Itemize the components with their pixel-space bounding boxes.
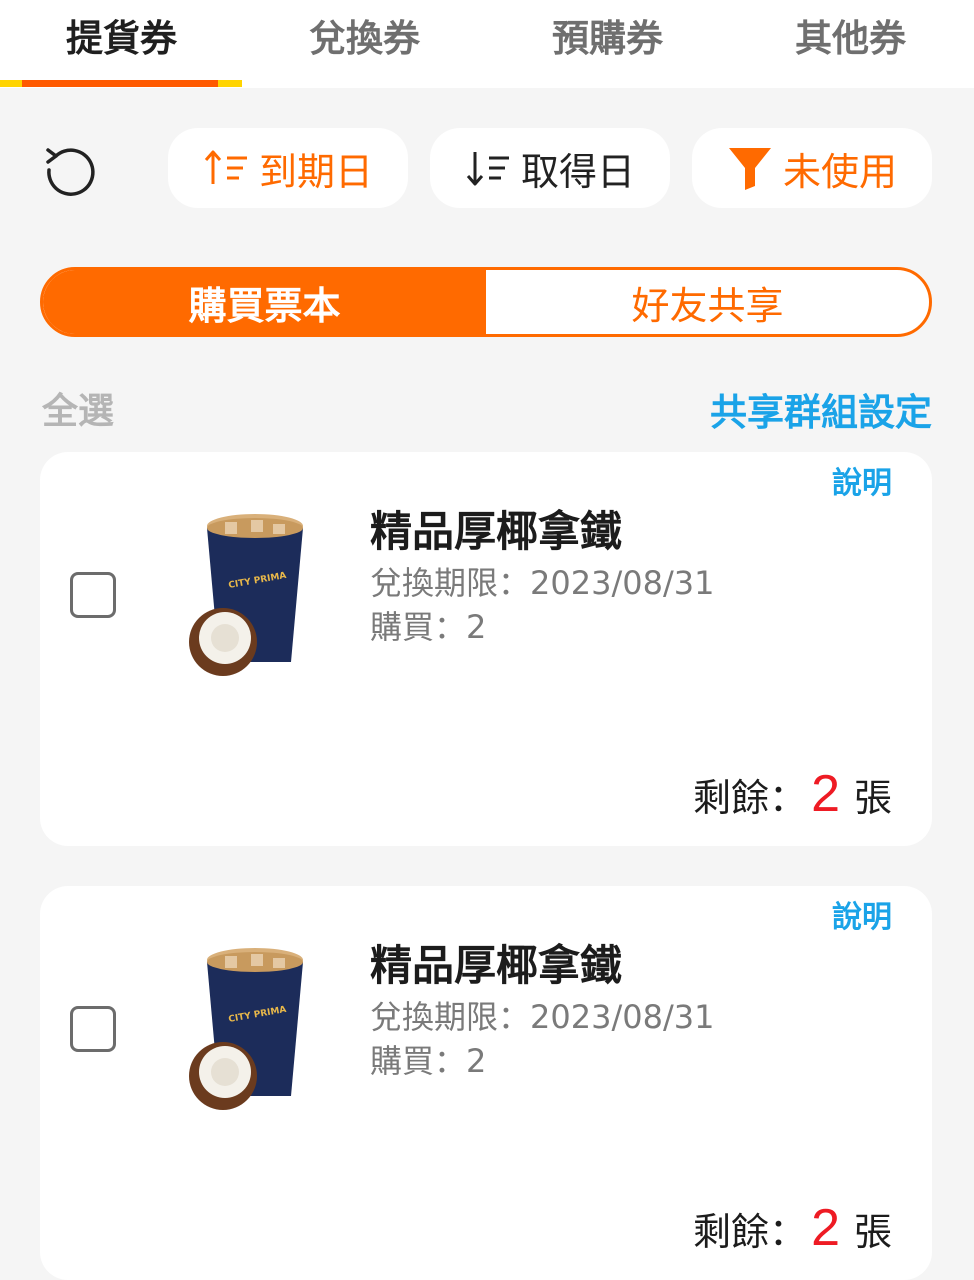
voucher-expiry: 兌換期限：2023/08/31 <box>370 998 715 1036</box>
remaining-prefix: 剩餘： <box>693 1210 808 1254</box>
voucher-expiry: 兌換期限：2023/08/31 <box>370 564 715 602</box>
voucher-remaining: 剩餘： 2 張 <box>693 764 892 824</box>
voucher-remaining: 剩餘： 2 張 <box>693 1198 892 1258</box>
voucher-card: 說明 CITY PRIMA 精品厚椰拿鐵 兌換期限：2023/08/31 購買：… <box>40 452 932 846</box>
voucher-type-tabs: 提貨券 兌換券 預購券 其他券 <box>0 0 974 88</box>
sort-acquire-label: 取得日 <box>520 149 635 194</box>
filter-unused-button[interactable]: 未使用 <box>692 128 932 208</box>
active-tab-indicator <box>0 80 242 87</box>
ticket-source-segment: 購買票本 好友共享 <box>40 267 932 337</box>
voucher-name: 精品厚椰拿鐵 <box>370 507 623 556</box>
remaining-count: 2 <box>811 1199 840 1257</box>
remaining-unit: 張 <box>853 776 892 820</box>
voucher-checkbox[interactable] <box>70 572 116 618</box>
segment-friend-shared[interactable]: 好友共享 <box>486 270 929 334</box>
filter-funnel-icon <box>727 146 773 190</box>
voucher-description-link[interactable]: 說明 <box>832 458 892 502</box>
coffee-cup-coconut-image: CITY PRIMA <box>185 512 305 682</box>
voucher-checkbox[interactable] <box>70 1006 116 1052</box>
remaining-unit: 張 <box>853 1210 892 1254</box>
sort-descending-icon <box>465 148 511 188</box>
tab-preorder-voucher[interactable]: 預購券 <box>486 0 729 70</box>
coffee-cup-coconut-image: CITY PRIMA <box>185 946 305 1116</box>
voucher-purchased-count: 購買：2 <box>370 608 487 646</box>
remaining-prefix: 剩餘： <box>693 776 808 820</box>
tab-pickup-voucher[interactable]: 提貨券 <box>0 0 243 70</box>
tab-exchange-voucher[interactable]: 兌換券 <box>243 0 486 70</box>
voucher-card: 說明 CITY PRIMA 精品厚椰拿鐵 兌換期限：2023/08/31 購買：… <box>40 886 932 1280</box>
tab-other-voucher[interactable]: 其他券 <box>729 0 972 70</box>
segment-purchased[interactable]: 購買票本 <box>43 270 486 334</box>
voucher-purchased-count: 購買：2 <box>370 1042 487 1080</box>
share-group-settings-link[interactable]: 共享群組設定 <box>710 382 932 436</box>
sort-acquire-button[interactable]: 取得日 <box>430 128 670 208</box>
sort-expire-label: 到期日 <box>258 149 373 194</box>
refresh-icon[interactable] <box>42 142 98 198</box>
voucher-name: 精品厚椰拿鐵 <box>370 941 623 990</box>
sort-ascending-icon <box>203 148 249 188</box>
remaining-count: 2 <box>811 765 840 823</box>
filter-unused-label: 未使用 <box>782 149 897 194</box>
sort-expire-button[interactable]: 到期日 <box>168 128 408 208</box>
select-all-button[interactable]: 全選 <box>42 382 114 434</box>
voucher-description-link[interactable]: 說明 <box>832 892 892 936</box>
